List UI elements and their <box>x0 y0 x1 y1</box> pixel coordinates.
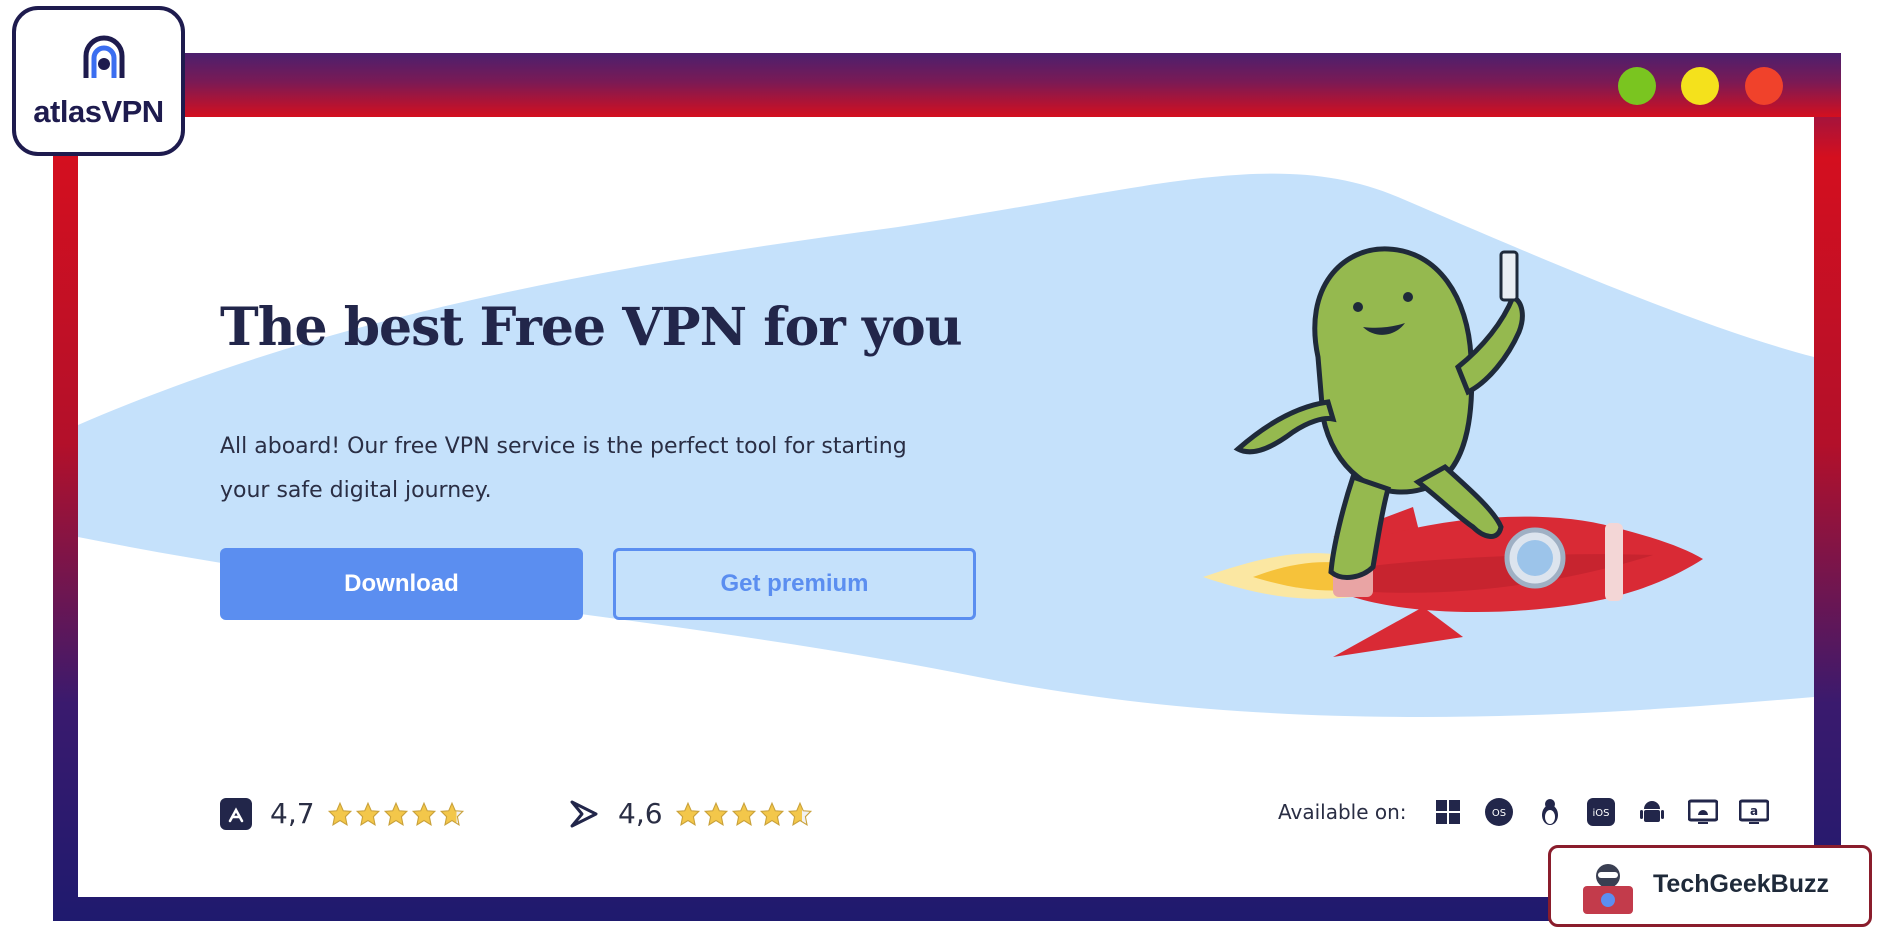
star-icon <box>731 801 756 826</box>
svg-text:OS: OS <box>1491 808 1505 819</box>
window-titlebar <box>53 53 1841 117</box>
star-icon <box>703 801 728 826</box>
techgeekbuzz-watermark: TechGeekBuzz <box>1548 845 1872 927</box>
macos-icon[interactable]: OS <box>1484 797 1514 827</box>
app-store-rating-value: 4,7 <box>270 797 315 830</box>
linux-icon[interactable] <box>1535 797 1565 827</box>
google-play-icon[interactable] <box>568 798 600 830</box>
atlasvpn-brand-badge[interactable]: atlasVPN <box>12 6 185 156</box>
availability-label: Available on: <box>1278 800 1407 824</box>
android-icon[interactable] <box>1637 797 1667 827</box>
google-play-rating: 4,6 <box>568 797 813 830</box>
svg-text:a: a <box>1749 804 1757 818</box>
atlasvpn-logo-icon <box>83 35 125 78</box>
hero-title: The best Free VPN for you <box>220 297 963 358</box>
windows-icon[interactable] <box>1433 797 1463 827</box>
app-store-stars <box>327 801 465 827</box>
star-icon <box>759 801 784 826</box>
availability-row: Available on: OS iOS a <box>1278 797 1790 827</box>
star-half-icon <box>787 801 812 826</box>
techgeekbuzz-logo-icon <box>1583 864 1633 914</box>
svg-text:iOS: iOS <box>1592 808 1609 819</box>
star-icon <box>675 801 700 826</box>
google-play-rating-value: 4,6 <box>618 797 663 830</box>
star-icon <box>355 801 380 826</box>
get-premium-button[interactable]: Get premium <box>613 548 976 620</box>
window-close-button[interactable] <box>1745 67 1783 105</box>
page-viewport: The best Free VPN for you All aboard! Ou… <box>78 117 1814 897</box>
download-button[interactable]: Download <box>220 548 583 620</box>
ios-icon[interactable]: iOS <box>1586 797 1616 827</box>
watermark-text: TechGeekBuzz <box>1653 870 1829 898</box>
window-maximize-button[interactable] <box>1618 67 1656 105</box>
star-icon <box>411 801 436 826</box>
star-icon <box>383 801 408 826</box>
mascot-rocket-illustration <box>1203 246 1703 657</box>
star-icon <box>327 801 352 826</box>
app-store-icon[interactable] <box>220 797 252 830</box>
brand-name: atlasVPN <box>33 94 164 129</box>
window-minimize-button[interactable] <box>1681 67 1719 105</box>
hero-subtitle: All aboard! Our free VPN service is the … <box>220 434 907 503</box>
app-store-rating: 4,7 <box>220 797 465 830</box>
android-tv-icon[interactable] <box>1687 797 1718 827</box>
amazon-fire-tv-icon[interactable]: a <box>1738 797 1769 827</box>
star-half-icon <box>439 801 464 826</box>
google-play-stars <box>675 801 813 827</box>
